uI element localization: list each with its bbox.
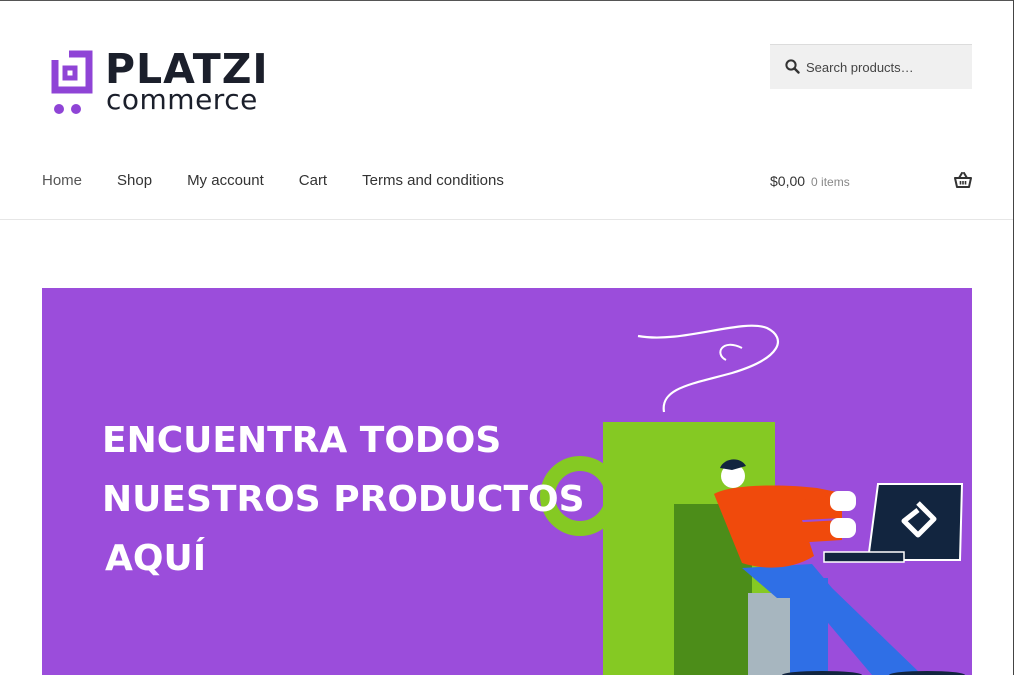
cart-item-count: 0 items [811, 175, 850, 189]
product-search [770, 44, 972, 89]
platzi-logo-icon [51, 50, 93, 114]
hero-heading-line-2: NUESTROS PRODUCTOS [102, 479, 585, 520]
header-cart[interactable]: $0,00 0 items [770, 171, 972, 191]
search-icon [785, 59, 800, 74]
nav-cart[interactable]: Cart [299, 171, 327, 191]
search-input[interactable] [806, 55, 964, 79]
hero-heading-line-3: AQUÍ [105, 538, 207, 579]
nav-terms-and-conditions[interactable]: Terms and conditions [362, 171, 504, 191]
basket-icon [954, 172, 972, 188]
site-header: PLATZI commerce Home Shop My account Car… [0, 1, 1013, 220]
site-logo[interactable]: PLATZI commerce [51, 45, 281, 117]
nav-home[interactable]: Home [42, 171, 82, 191]
primary-navigation: Home Shop My account Cart Terms and cond… [42, 171, 539, 191]
nav-shop[interactable]: Shop [117, 171, 152, 191]
logo-wordmark-commerce: commerce [106, 83, 258, 116]
nav-my-account[interactable]: My account [187, 171, 264, 191]
hero-banner[interactable]: ENCUENTRA TODOS NUESTROS PRODUCTOS AQUÍ [42, 288, 972, 675]
cart-amount: $0,00 [770, 173, 806, 189]
hero-heading-line-1: ENCUENTRA TODOS [102, 420, 502, 461]
